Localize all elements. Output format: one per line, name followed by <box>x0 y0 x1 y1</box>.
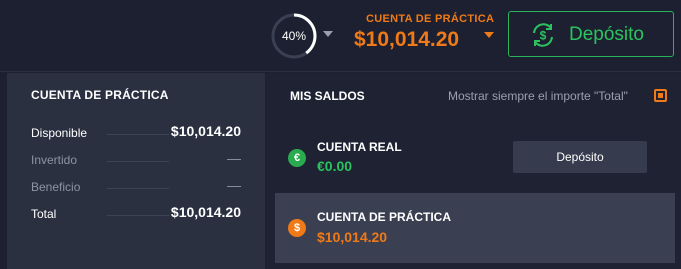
account-name: CUENTA DE PRÁCTICA <box>317 210 451 224</box>
balance-row-invested: Invertido — <box>31 150 241 170</box>
row-value: $10,014.20 <box>170 204 241 220</box>
svg-text:$: $ <box>540 29 547 43</box>
real-account-deposit-button[interactable]: Depósito <box>513 141 647 173</box>
account-amount: $10,014.20 <box>317 229 388 245</box>
divider <box>107 188 169 189</box>
my-balances-title: MIS SALDOS <box>290 89 365 103</box>
account-name: CUENTA REAL <box>317 140 402 154</box>
row-value: — <box>227 150 241 166</box>
balance-row-profit: Beneficio — <box>31 177 241 197</box>
progress-ring[interactable]: 40% <box>270 12 318 60</box>
euro-icon: € <box>288 149 306 167</box>
row-label: Invertido <box>31 153 78 167</box>
account-type-label: CUENTA DE PRÁCTICA <box>366 13 495 25</box>
refresh-dollar-icon: $ <box>529 21 557 49</box>
my-balances-panel: MIS SALDOS Mostrar siempre el importe "T… <box>266 73 681 269</box>
balance-row-total: Total $10,014.20 <box>31 204 241 224</box>
divider <box>107 215 169 216</box>
deposit-button-label: Depósito <box>569 24 644 45</box>
balance-row-available: Disponible $10,014.20 <box>31 123 241 143</box>
account-balance: $10,014.20 <box>354 28 460 51</box>
deposit-button[interactable]: $ Depósito <box>508 11 674 57</box>
account-selector[interactable]: CUENTA DE PRÁCTICA $10,014.20 <box>354 10 499 60</box>
divider <box>107 134 169 135</box>
account-row-practice[interactable]: $ CUENTA DE PRÁCTICA $10,014.20 <box>275 193 675 263</box>
account-amount: €0.00 <box>317 158 353 174</box>
show-total-checkbox[interactable] <box>654 89 667 102</box>
top-bar: 40% CUENTA DE PRÁCTICA $10,014.20 $ Depó… <box>0 0 681 72</box>
practice-account-panel: CUENTA DE PRÁCTICA Disponible $10,014.20… <box>7 73 265 269</box>
progress-percent: 40% <box>281 29 307 43</box>
divider <box>107 161 169 162</box>
account-dropdown-chevron-icon[interactable] <box>484 32 494 38</box>
left-edge-strip <box>0 73 7 269</box>
row-value: — <box>227 177 241 193</box>
row-value: $10,014.20 <box>170 123 241 139</box>
show-total-label[interactable]: Mostrar siempre el importe "Total" <box>448 89 628 103</box>
row-label: Total <box>31 207 57 221</box>
dollar-icon: $ <box>288 219 306 237</box>
chevron-down-icon[interactable] <box>323 31 333 37</box>
row-label: Disponible <box>31 126 88 140</box>
panel-title: CUENTA DE PRÁCTICA <box>31 88 169 102</box>
row-label: Beneficio <box>31 180 81 194</box>
